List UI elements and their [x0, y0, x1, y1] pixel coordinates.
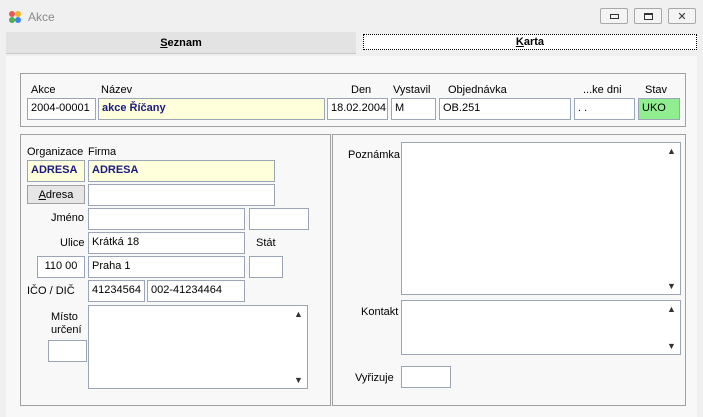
- label-stat: Stát: [256, 237, 276, 249]
- firma-field[interactable]: ADRESA: [88, 160, 275, 182]
- tab-seznam-label: eznam: [167, 36, 202, 49]
- notes-group: Poznámka ▲ ▼ Kontakt ▲ ▼ Vyřizuje: [332, 134, 686, 406]
- app-flower-icon: [9, 11, 21, 23]
- tab-seznam-accel: S: [160, 36, 168, 49]
- ulice-field[interactable]: Krátká 18: [88, 232, 245, 254]
- scroll-up-icon[interactable]: ▲: [667, 146, 676, 156]
- label-kontakt: Kontakt: [361, 306, 399, 318]
- minimize-icon: [609, 13, 619, 19]
- stav-field[interactable]: UKO: [638, 98, 680, 120]
- scroll-down-icon[interactable]: ▼: [667, 341, 676, 351]
- scroll-down-icon[interactable]: ▼: [294, 375, 303, 385]
- title-bar: Akce ✕: [0, 0, 703, 32]
- adresa-field[interactable]: [88, 184, 275, 206]
- label-ke-dni: ...ke dni: [583, 84, 622, 96]
- stat-field[interactable]: [249, 256, 283, 278]
- label-ico-dic: IČO / DIČ: [27, 285, 75, 297]
- scroll-up-icon[interactable]: ▲: [294, 309, 303, 319]
- scroll-down-icon[interactable]: ▼: [667, 281, 676, 291]
- label-nazev: Název: [101, 84, 133, 96]
- jmeno-field[interactable]: [88, 208, 245, 230]
- card-content: Akce Název Den Vystavil Objednávka ...ke…: [6, 56, 697, 417]
- kontakt-textarea[interactable]: ▲ ▼: [401, 300, 681, 355]
- label-misto-1: Místo: [51, 311, 78, 323]
- label-objednavka: Objednávka: [448, 84, 507, 96]
- nazev-field[interactable]: akce Říčany: [98, 98, 325, 120]
- psc-field[interactable]: 110 00: [37, 256, 85, 278]
- label-firma: Firma: [88, 146, 117, 158]
- objednavka-field[interactable]: OB.251: [439, 98, 571, 120]
- window-title: Akce: [28, 10, 55, 24]
- jmeno-extra-field[interactable]: [249, 208, 309, 230]
- label-jmeno: Jméno: [51, 212, 85, 224]
- poznamka-scrollbar[interactable]: ▲ ▼: [664, 143, 680, 294]
- misto-scrollbar[interactable]: ▲ ▼: [291, 306, 307, 388]
- tab-karta-accel: K: [515, 36, 524, 48]
- ico-field[interactable]: 41234564: [88, 280, 145, 302]
- label-misto-2: určení: [51, 324, 82, 336]
- misto-urceni-textarea[interactable]: ▲ ▼: [88, 305, 308, 389]
- label-poznamka: Poznámka: [348, 149, 400, 161]
- tab-karta[interactable]: Karta: [363, 34, 697, 50]
- tab-bar: Seznam Karta: [6, 32, 697, 54]
- label-den: Den: [351, 84, 372, 96]
- vyrizuje-field[interactable]: [401, 366, 451, 388]
- close-icon: ✕: [677, 10, 687, 23]
- akce-field[interactable]: 2004-00001: [27, 98, 96, 120]
- mesto-field[interactable]: Praha 1: [88, 256, 245, 278]
- adresa-button-label: dresa: [45, 188, 74, 201]
- adresa-button[interactable]: Adresa: [27, 185, 85, 204]
- dic-field[interactable]: 002-41234464: [147, 280, 245, 302]
- close-button[interactable]: ✕: [668, 8, 696, 24]
- poznamka-textarea[interactable]: ▲ ▼: [401, 142, 681, 295]
- tab-seznam[interactable]: Seznam: [6, 32, 356, 54]
- den-field[interactable]: 18.02.2004: [327, 98, 388, 120]
- vystavil-field[interactable]: M: [391, 98, 436, 120]
- label-akce: Akce: [31, 84, 56, 96]
- minimize-button[interactable]: [600, 8, 628, 24]
- ke-dni-field[interactable]: . .: [574, 98, 635, 120]
- misto-code-field[interactable]: [48, 340, 87, 362]
- label-ulice: Ulice: [60, 237, 85, 249]
- tab-karta-label: arta: [523, 36, 545, 48]
- kontakt-scrollbar[interactable]: ▲ ▼: [664, 301, 680, 354]
- address-group: Organizace Firma ADRESA ADRESA Adresa Jm…: [20, 134, 331, 406]
- label-organizace: Organizace: [27, 146, 84, 158]
- maximize-button[interactable]: [634, 8, 662, 24]
- organizace-field[interactable]: ADRESA: [27, 160, 85, 182]
- scroll-up-icon[interactable]: ▲: [667, 304, 676, 314]
- maximize-icon: [643, 12, 653, 20]
- header-group: Akce Název Den Vystavil Objednávka ...ke…: [20, 73, 686, 127]
- label-vyrizuje: Vyřizuje: [355, 372, 394, 384]
- label-stav: Stav: [645, 84, 668, 96]
- adresa-button-accel: A: [38, 188, 46, 201]
- label-vystavil: Vystavil: [393, 84, 431, 96]
